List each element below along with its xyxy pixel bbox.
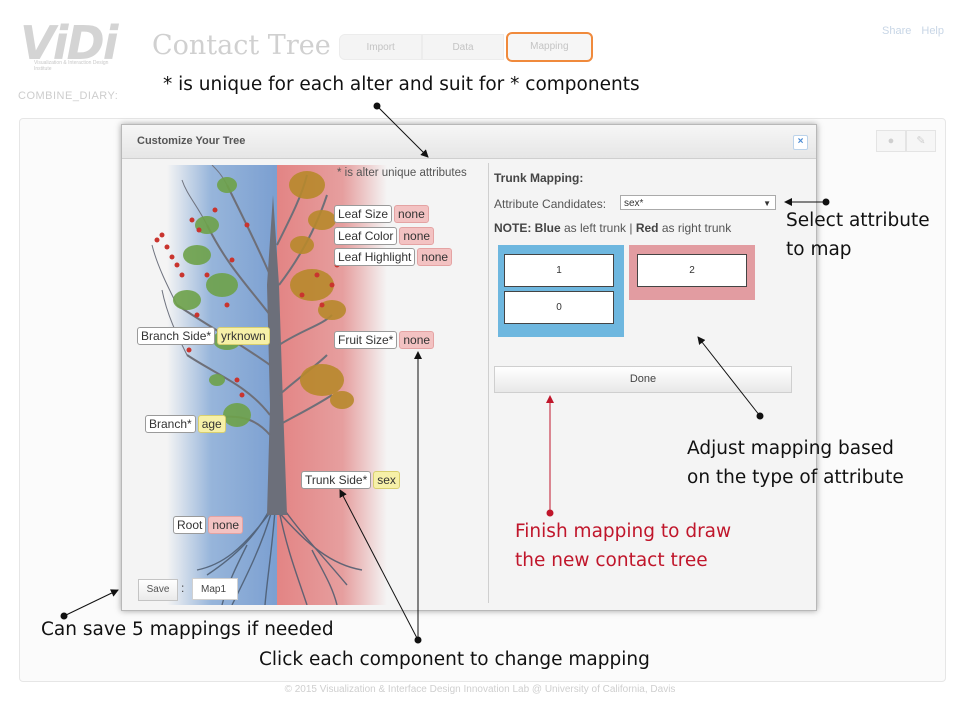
arrow-unique <box>376 105 429 158</box>
arrow-trunk <box>339 489 419 641</box>
annotation-arrows <box>60 102 830 644</box>
annotation-finish-2: the new contact tree <box>515 550 708 571</box>
annotation-select-2: to map <box>786 239 852 260</box>
annotation-select-1: Select attribute <box>786 210 930 231</box>
annotation-click: Click each component to change mapping <box>259 649 650 670</box>
annotation-adjust-1: Adjust mapping based <box>687 438 894 459</box>
arrow-adjust <box>697 336 761 417</box>
arrow-save <box>63 589 119 617</box>
annotation-adjust-2: on the type of attribute <box>687 467 904 488</box>
annotation-finish-1: Finish mapping to draw <box>515 521 732 542</box>
annotation-save: Can save 5 mappings if needed <box>41 619 334 640</box>
annotation-unique: * is unique for each alter and suit for … <box>163 74 640 95</box>
